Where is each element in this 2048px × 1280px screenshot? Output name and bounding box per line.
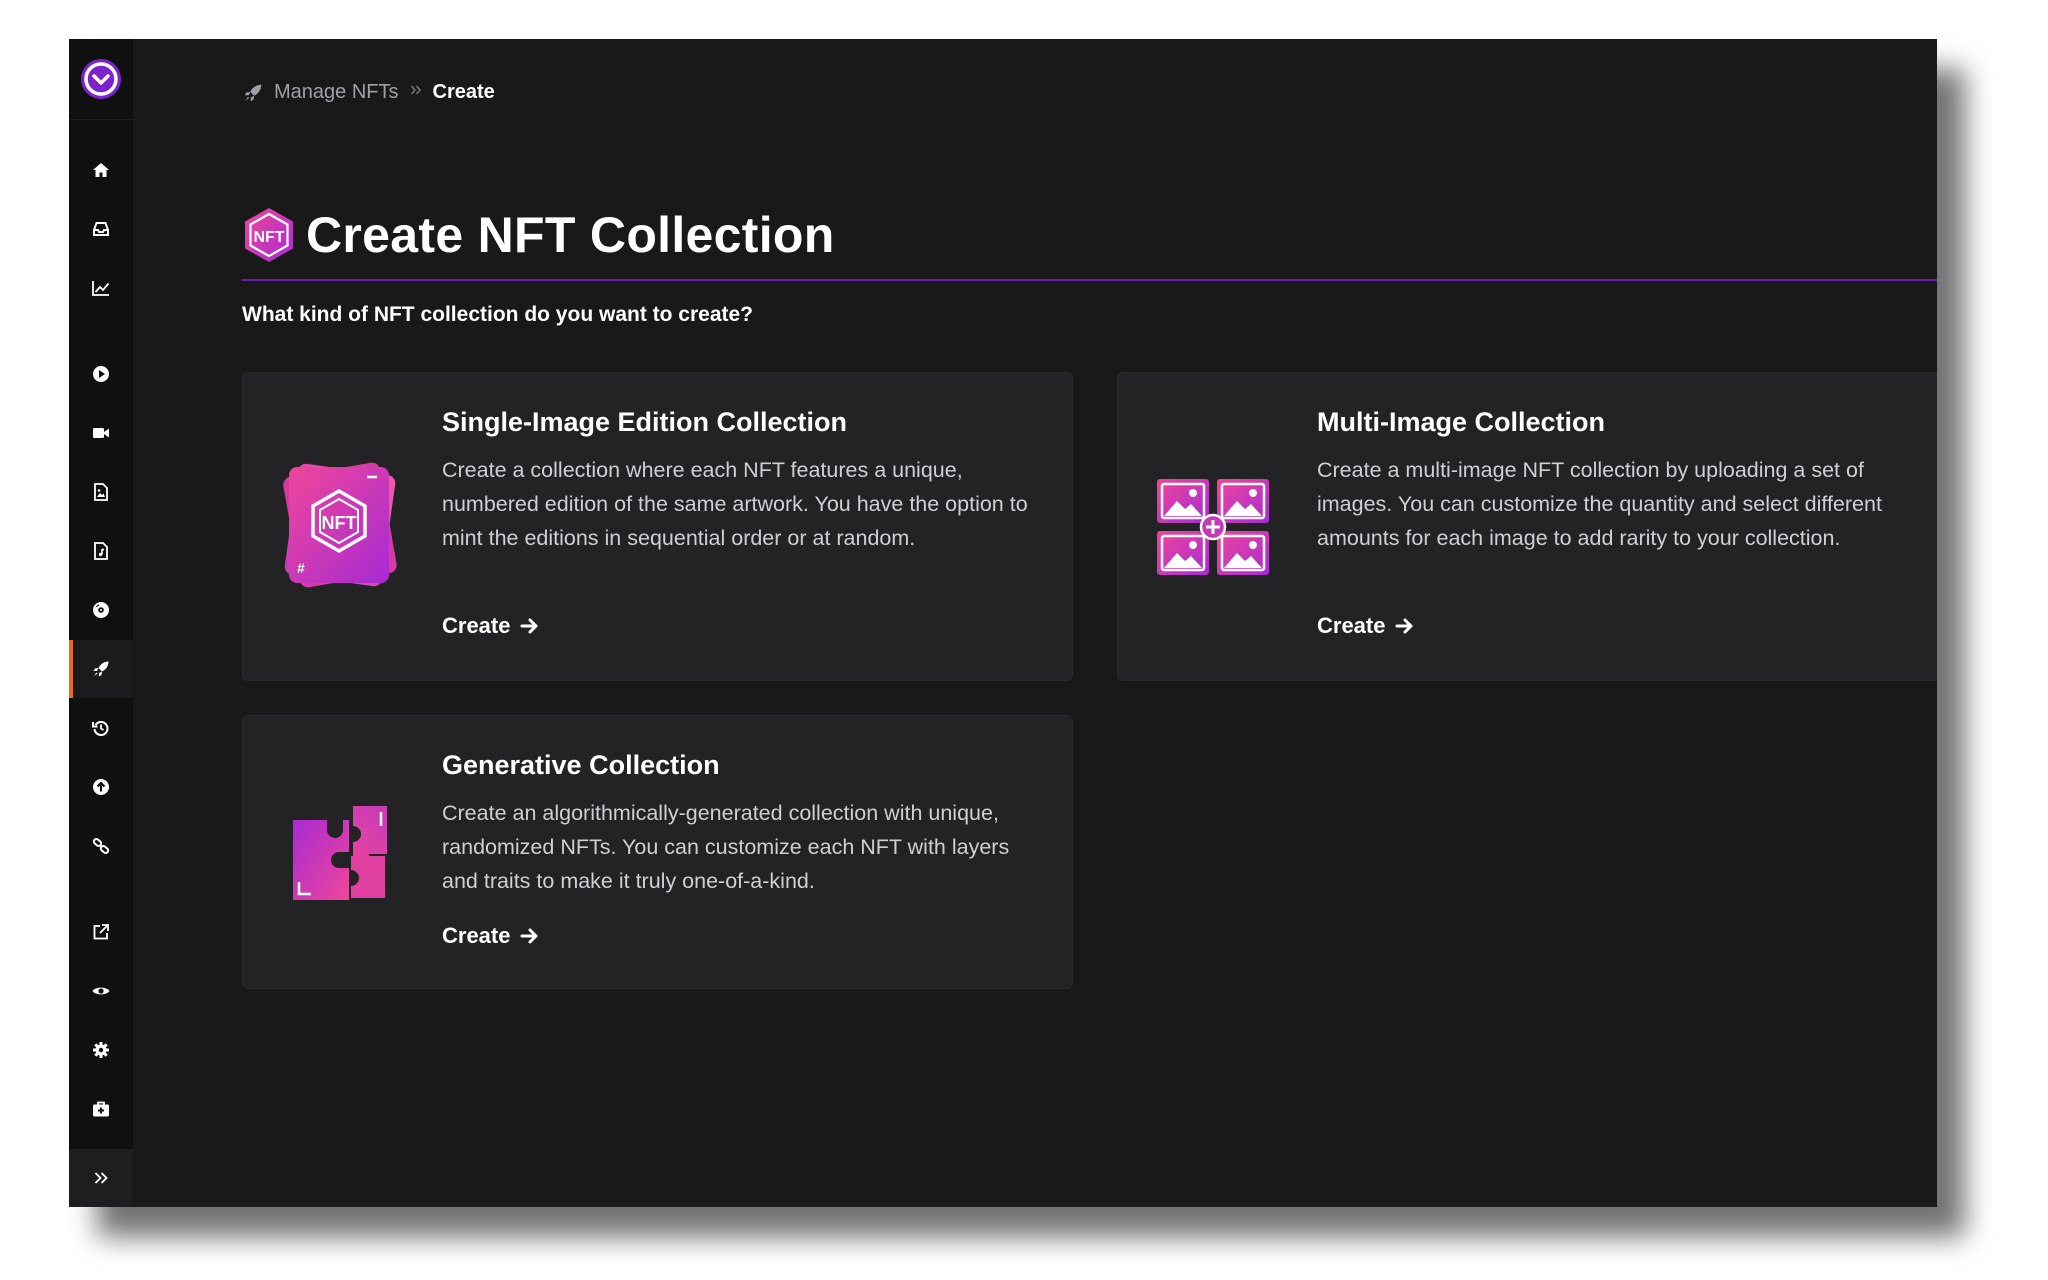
upload-circle-icon — [93, 779, 109, 795]
app-window: Manage NFTs Create NFT Create NFT Collec… — [69, 39, 1937, 1207]
link-icon — [92, 838, 110, 854]
page-header: NFT Create NFT Collection — [242, 207, 1937, 281]
create-multi-image-button[interactable]: Create — [1317, 613, 1415, 639]
breadcrumb: Manage NFTs Create — [242, 81, 495, 104]
sidebar-item-nfts[interactable] — [69, 640, 133, 698]
svg-text:#: # — [297, 560, 305, 576]
nft-hexagon-icon: NFT — [245, 208, 293, 262]
sidebar-item-history[interactable] — [69, 699, 133, 757]
sidebar — [69, 39, 133, 1207]
create-link-label: Create — [442, 613, 511, 638]
chart-line-icon — [92, 281, 110, 296]
first-aid-kit-icon — [93, 1101, 109, 1117]
create-link-label: Create — [442, 923, 511, 948]
card-title: Generative Collection — [442, 750, 720, 780]
gear-icon — [93, 1042, 109, 1058]
card-description: Create a multi-image NFT collection by u… — [1317, 458, 1882, 550]
card-single-image-edition[interactable]: NFT # Single-Image Edition Collection Cr… — [242, 372, 1073, 681]
sidebar-item-settings[interactable] — [69, 1021, 133, 1079]
card-description: Create a collection where each NFT featu… — [442, 458, 1028, 550]
sidebar-item-uploads[interactable] — [69, 758, 133, 816]
nft-card-stack-icon: NFT # — [283, 462, 397, 588]
play-circle-icon — [93, 366, 109, 382]
sidebar-item-analytics[interactable] — [69, 259, 133, 317]
sidebar-expand-button[interactable] — [69, 1149, 133, 1207]
chevron-down-circle-icon[interactable] — [81, 59, 121, 99]
breadcrumb-current: Create — [432, 81, 495, 103]
rocket-icon — [244, 84, 262, 101]
sidebar-item-external[interactable] — [69, 903, 133, 961]
breadcrumb-parent-link[interactable]: Manage NFTs — [274, 81, 399, 104]
puzzle-pieces-icon — [293, 806, 387, 900]
document-music-icon — [94, 542, 108, 560]
sidebar-item-home[interactable] — [69, 141, 133, 199]
inbox-icon — [93, 222, 109, 236]
sidebar-item-images[interactable] — [69, 463, 133, 521]
eye-icon — [92, 987, 110, 995]
sidebar-item-videos[interactable] — [69, 345, 133, 403]
sidebar-item-inbox[interactable] — [69, 200, 133, 258]
rocket-icon — [93, 661, 109, 677]
card-title: Single-Image Edition Collection — [442, 407, 848, 437]
card-multi-image[interactable]: Multi-Image Collection Create a multi-im… — [1117, 372, 1937, 681]
history-icon — [92, 721, 109, 736]
logo-area — [69, 39, 133, 120]
card-description: Create an algorithmically-generated coll… — [442, 801, 1010, 893]
video-camera-icon — [93, 428, 109, 438]
image-grid-plus-icon — [1157, 479, 1269, 575]
sidebar-item-audio[interactable] — [69, 522, 133, 580]
main-content: Manage NFTs Create NFT Create NFT Collec… — [133, 39, 1937, 1207]
page-question: What kind of NFT collection do you want … — [242, 303, 754, 326]
arrow-right-icon — [520, 618, 538, 634]
card-title: Multi-Image Collection — [1317, 407, 1606, 437]
sidebar-item-support[interactable] — [69, 1080, 133, 1138]
svg-text:NFT: NFT — [322, 513, 357, 533]
breadcrumb-separator-icon — [409, 83, 423, 102]
sidebar-item-music[interactable] — [69, 581, 133, 639]
svg-text:NFT: NFT — [253, 229, 284, 246]
create-link-label: Create — [1317, 613, 1386, 638]
arrow-right-icon — [520, 928, 538, 944]
double-chevron-right-icon — [94, 1172, 108, 1184]
disc-icon — [93, 602, 109, 618]
page-title: Create NFT Collection — [306, 207, 835, 263]
create-single-image-button[interactable]: Create — [442, 613, 540, 639]
sidebar-item-live[interactable] — [69, 404, 133, 462]
create-generative-button[interactable]: Create — [442, 923, 540, 949]
home-icon — [93, 163, 109, 177]
sidebar-item-links[interactable] — [69, 817, 133, 875]
document-image-icon — [94, 483, 108, 501]
card-generative[interactable]: Generative Collection Create an algorith… — [242, 715, 1073, 989]
arrow-right-icon — [1395, 618, 1413, 634]
sidebar-item-preview[interactable] — [69, 962, 133, 1020]
external-link-icon — [93, 924, 109, 940]
